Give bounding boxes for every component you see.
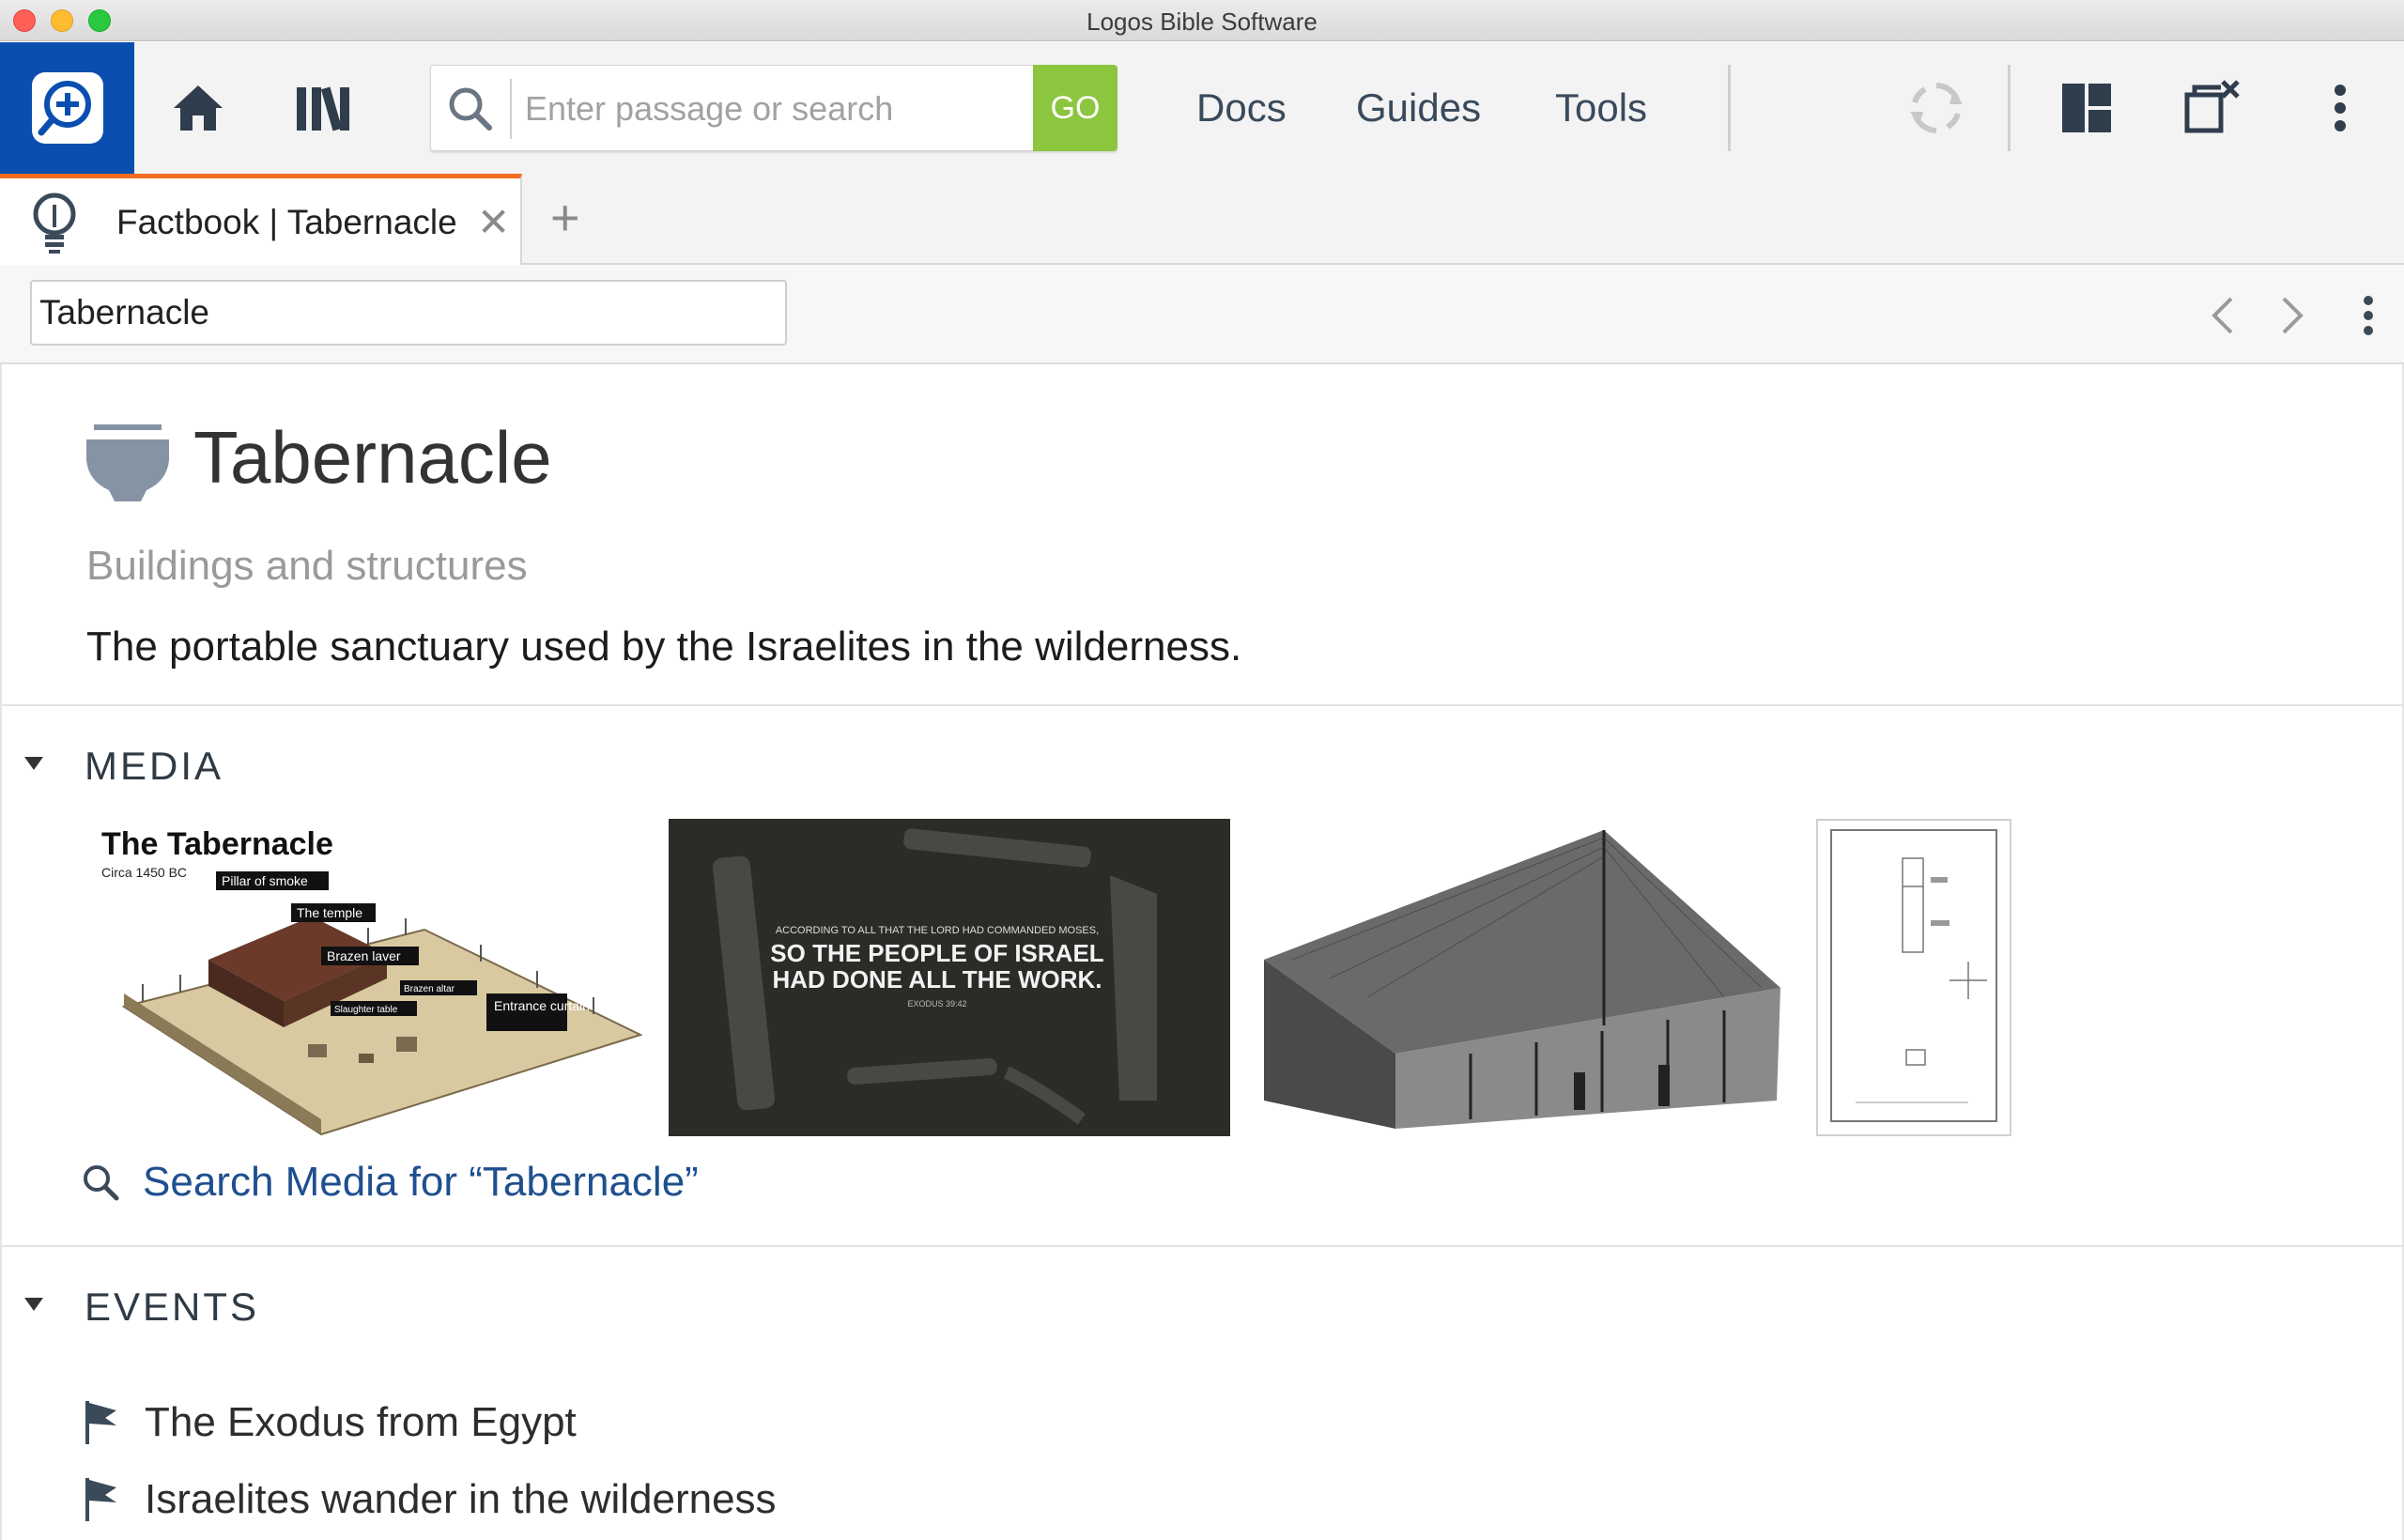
media-section-header[interactable]: MEDIA — [24, 744, 223, 789]
quote-reference: EXODUS 39:42 — [907, 999, 966, 1009]
flag-icon — [85, 1478, 116, 1521]
tools-menu[interactable]: Tools — [1555, 85, 1647, 131]
title-bar: Logos Bible Software — [0, 0, 2404, 41]
home-button[interactable] — [167, 80, 229, 136]
logos-home-button[interactable] — [0, 42, 134, 174]
factbook-content: Tabernacle Buildings and structures The … — [0, 364, 2404, 1540]
search-separator — [510, 79, 512, 139]
layouts-icon — [2062, 84, 2111, 132]
search-media-label: Search Media for “Tabernacle” — [143, 1159, 699, 1205]
sync-button[interactable] — [1903, 76, 1970, 140]
quote-line-2: HAD DONE ALL THE WORK. — [773, 965, 1102, 993]
quote-line-1: SO THE PEOPLE OF ISRAEL — [770, 939, 1103, 967]
main-toolbar: GO Docs Guides Tools — [0, 42, 2404, 174]
library-icon — [297, 86, 349, 131]
docs-menu[interactable]: Docs — [1196, 85, 1287, 131]
more-options-icon — [2335, 85, 2346, 131]
close-all-panels-icon — [2184, 80, 2240, 133]
media-thumbnail-floor-plan[interactable] — [1816, 819, 2011, 1136]
infographic-subtitle: Circa 1450 BC — [101, 865, 187, 880]
callout-the-temple: The temple — [297, 905, 362, 920]
topic-title: Tabernacle — [193, 416, 552, 499]
callout-brazen-laver: Brazen laver — [327, 948, 401, 963]
forward-arrow-icon[interactable] — [2273, 293, 2310, 338]
panel-header — [0, 265, 2404, 364]
callout-slaughter-table: Slaughter table — [334, 1005, 398, 1015]
tabernacle-engraving-image — [1264, 830, 1780, 1129]
callout-brazen-altar: Brazen altar — [404, 984, 455, 994]
events-heading: EVENTS — [85, 1285, 260, 1329]
media-thumbnail-quote[interactable]: ACCORDING TO ALL THAT THE LORD HAD COMMA… — [669, 819, 1230, 1136]
toolbar-divider — [1728, 65, 1731, 151]
passage-search-input[interactable] — [525, 79, 1070, 139]
collapse-arrow-icon[interactable] — [24, 756, 43, 770]
media-heading: MEDIA — [85, 744, 224, 788]
tab-strip: Factbook | Tabernacle ✕ + — [0, 174, 2404, 265]
tab-close-icon[interactable]: ✕ — [477, 199, 510, 245]
search-icon — [449, 87, 492, 131]
section-divider — [2, 1245, 2402, 1247]
window-title: Logos Bible Software — [1086, 8, 1318, 36]
tabernacle-infographic-image: The Tabernacle Circa 1450 BC Pillar of s… — [101, 826, 643, 1136]
toolbar-divider — [2008, 65, 2011, 151]
topic-category: Buildings and structures — [86, 543, 528, 589]
home-icon — [174, 85, 223, 131]
media-thumbnail-engraving[interactable] — [1255, 819, 1786, 1136]
topic-input[interactable] — [30, 280, 787, 346]
media-thumbnail-infographic[interactable]: The Tabernacle Circa 1450 BC Pillar of s… — [86, 819, 650, 1136]
flag-icon — [85, 1401, 116, 1444]
more-options-button[interactable] — [2325, 80, 2355, 136]
event-label: Israelites wander in the wilderness — [145, 1476, 777, 1522]
events-section-header[interactable]: EVENTS — [24, 1285, 259, 1330]
quote-small-text: ACCORDING TO ALL THAT THE LORD HAD COMMA… — [776, 925, 1099, 936]
exodus-quote-image: ACCORDING TO ALL THAT THE LORD HAD COMMA… — [669, 819, 1230, 1136]
topic-description: The portable sanctuary used by the Israe… — [86, 624, 1242, 670]
search-media-link[interactable]: Search Media for “Tabernacle” — [81, 1159, 699, 1206]
go-button[interactable]: GO — [1033, 65, 1117, 151]
passage-search-box — [430, 65, 1117, 151]
back-arrow-icon[interactable] — [2205, 293, 2242, 338]
event-item[interactable]: Israelites wander in the wilderness — [83, 1476, 777, 1523]
guides-menu[interactable]: Guides — [1356, 85, 1481, 131]
add-tab-button[interactable]: + — [550, 192, 580, 243]
layouts-button[interactable] — [2057, 80, 2117, 136]
search-icon — [84, 1165, 119, 1201]
callout-pillar-of-smoke: Pillar of smoke — [222, 873, 308, 888]
sync-icon — [1910, 83, 1963, 133]
lightbulb-icon — [33, 192, 76, 254]
basin-icon — [86, 424, 169, 501]
infographic-title: The Tabernacle — [101, 826, 333, 862]
tab-label: Factbook | Tabernacle — [116, 203, 457, 241]
section-divider — [2, 704, 2402, 706]
logos-logo-icon — [31, 72, 103, 144]
tabernacle-floor-plan-image — [1830, 829, 1997, 1122]
event-label: The Exodus from Egypt — [145, 1399, 577, 1445]
event-item[interactable]: The Exodus from Egypt — [83, 1399, 577, 1446]
close-all-panels-button[interactable] — [2181, 76, 2244, 138]
tab-factbook-tabernacle[interactable]: Factbook | Tabernacle ✕ — [0, 174, 522, 265]
callout-entrance-curtain: Entrance curtain — [494, 998, 590, 1013]
panel-menu-icon[interactable] — [2353, 293, 2383, 338]
collapse-arrow-icon[interactable] — [24, 1297, 43, 1311]
library-button[interactable] — [291, 80, 357, 136]
